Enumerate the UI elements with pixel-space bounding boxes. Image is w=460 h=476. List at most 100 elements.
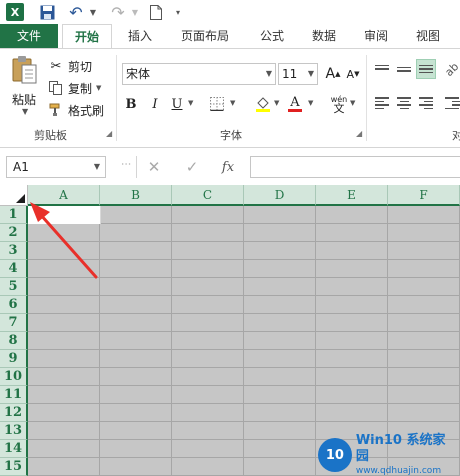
select-all-triangle-icon (16, 194, 25, 203)
tab-insert[interactable]: 插入 (118, 24, 162, 48)
borders-dropdown-icon[interactable]: ▼ (230, 99, 235, 107)
tab-view[interactable]: 视图 (406, 24, 450, 48)
tab-home[interactable]: 开始 (62, 24, 112, 48)
row-header-9[interactable]: 9 (0, 350, 28, 368)
italic-button[interactable]: I (146, 95, 164, 113)
phonetic-glyph: 文 (333, 102, 345, 115)
group-divider (116, 55, 117, 141)
borders-icon[interactable] (208, 95, 226, 113)
align-middle-icon[interactable] (394, 59, 414, 79)
watermark-text: Win10 系统家园 www.qdhuajin.com (356, 433, 458, 476)
copy-label: 复制 (68, 81, 93, 96)
row-header-2[interactable]: 2 (0, 224, 28, 242)
font-name-value: 宋体 (126, 67, 151, 81)
font-size-select[interactable]: 11 ▼ (278, 63, 318, 85)
save-icon[interactable] (38, 2, 56, 22)
ribbon-tabs: 文件 开始 插入 页面布局 公式 数据 审阅 视图 (0, 24, 460, 48)
column-header-e[interactable]: E (316, 185, 388, 206)
paste-dropdown-icon[interactable]: ▼ (22, 107, 28, 116)
orientation-icon[interactable]: ab (442, 59, 460, 79)
font-name-select[interactable]: 宋体 ▼ (122, 63, 276, 85)
enter-icon[interactable]: ✓ (182, 157, 202, 177)
row-header-14[interactable]: 14 (0, 440, 28, 458)
bold-button[interactable]: B (122, 95, 140, 113)
redo-icon[interactable]: ↷ (108, 2, 128, 22)
redo-dropdown-icon[interactable]: ▼ (130, 2, 140, 22)
align-top-icon[interactable] (372, 59, 392, 79)
clipboard-group-label: 剪贴板 (34, 129, 67, 142)
row-header-12[interactable]: 12 (0, 404, 28, 422)
undo-icon[interactable]: ↶ (66, 2, 86, 22)
name-box-value: A1 (13, 160, 29, 174)
active-cell-a1[interactable] (28, 206, 101, 224)
format-painter-label: 格式刷 (68, 103, 105, 118)
tab-formulas[interactable]: 公式 (250, 24, 294, 48)
formula-bar-grip-icon[interactable]: ⋮ (120, 159, 131, 170)
copy-dropdown-icon[interactable]: ▼ (96, 84, 101, 92)
row-header-7[interactable]: 7 (0, 314, 28, 332)
phonetic-dropdown-icon[interactable]: ▼ (350, 99, 355, 107)
font-color-swatch (288, 109, 302, 112)
shrink-font-label: A (346, 67, 355, 81)
row-header-8[interactable]: 8 (0, 332, 28, 350)
paste-button[interactable]: 粘贴 (12, 91, 36, 108)
row-header-15[interactable]: 15 (0, 458, 28, 476)
font-color-dropdown-icon[interactable]: ▼ (308, 99, 313, 107)
watermark-title: Win10 系统家园 (355, 433, 446, 464)
fill-color-icon[interactable] (254, 95, 272, 113)
row-header-3[interactable]: 3 (0, 242, 28, 260)
clipboard-launcher-icon[interactable]: ◢ (106, 129, 112, 138)
font-color-button[interactable]: A (286, 95, 304, 113)
align-right-icon[interactable] (416, 93, 436, 113)
row-header-10[interactable]: 10 (0, 368, 28, 386)
watermark: 10 Win10 系统家园 www.qdhuajin.com (318, 433, 458, 476)
name-box[interactable]: A1 ▼ (6, 156, 106, 178)
tab-review[interactable]: 审阅 (354, 24, 398, 48)
align-bottom-icon[interactable] (416, 59, 436, 79)
column-header-b[interactable]: B (100, 185, 172, 206)
underline-button[interactable]: U (168, 95, 186, 113)
formula-input[interactable] (250, 156, 460, 178)
row-header-4[interactable]: 4 (0, 260, 28, 278)
copy-button[interactable]: 复制 ▼ (48, 79, 101, 97)
column-header-c[interactable]: C (172, 185, 244, 206)
formula-bar: A1 ▼ ⋮ ✕ ✓ fx (0, 149, 460, 185)
row-header-5[interactable]: 5 (0, 278, 28, 296)
row-header-1[interactable]: 1 (0, 206, 28, 224)
fill-color-dropdown-icon[interactable]: ▼ (274, 99, 279, 107)
tab-data[interactable]: 数据 (302, 24, 346, 48)
column-header-a[interactable]: A (28, 185, 100, 206)
row-header-13[interactable]: 13 (0, 422, 28, 440)
phonetic-guide-button[interactable]: wén 文 (330, 95, 348, 115)
grow-font-button[interactable]: A ▲ (324, 65, 342, 83)
font-color-label: A (290, 95, 300, 110)
undo-dropdown-icon[interactable]: ▼ (88, 2, 98, 22)
new-document-icon[interactable] (148, 2, 164, 22)
column-header-d[interactable]: D (244, 185, 316, 206)
chevron-down-icon: ▼ (307, 69, 314, 78)
customize-toolbar-icon[interactable]: ▾ (172, 2, 184, 22)
font-size-value: 11 (282, 67, 298, 81)
tab-page-layout[interactable]: 页面布局 (170, 24, 240, 48)
underline-dropdown-icon[interactable]: ▼ (188, 99, 193, 107)
row-header-11[interactable]: 11 (0, 386, 28, 404)
font-group-label: 字体 (220, 129, 242, 142)
select-all-button[interactable] (0, 185, 28, 206)
cut-label: 剪切 (68, 59, 93, 74)
insert-function-icon[interactable]: fx (218, 157, 238, 177)
format-painter-icon (48, 102, 64, 118)
align-center-icon[interactable] (394, 93, 414, 113)
align-left-icon[interactable] (372, 93, 392, 113)
shrink-font-button[interactable]: A ▼ (344, 65, 362, 83)
column-header-f[interactable]: F (388, 185, 460, 206)
indent-icon[interactable] (442, 93, 460, 113)
cut-button[interactable]: ✂ 剪切 (48, 57, 92, 75)
font-launcher-icon[interactable]: ◢ (356, 129, 362, 138)
watermark-url: www.qdhuajin.com (355, 466, 442, 476)
format-painter-button[interactable]: 格式刷 (48, 101, 104, 119)
cancel-icon[interactable]: ✕ (144, 157, 164, 177)
row-header-6[interactable]: 6 (0, 296, 28, 314)
tab-file[interactable]: 文件 (0, 24, 58, 48)
watermark-logo-icon: 10 (318, 438, 352, 472)
paste-icon[interactable] (10, 55, 38, 85)
